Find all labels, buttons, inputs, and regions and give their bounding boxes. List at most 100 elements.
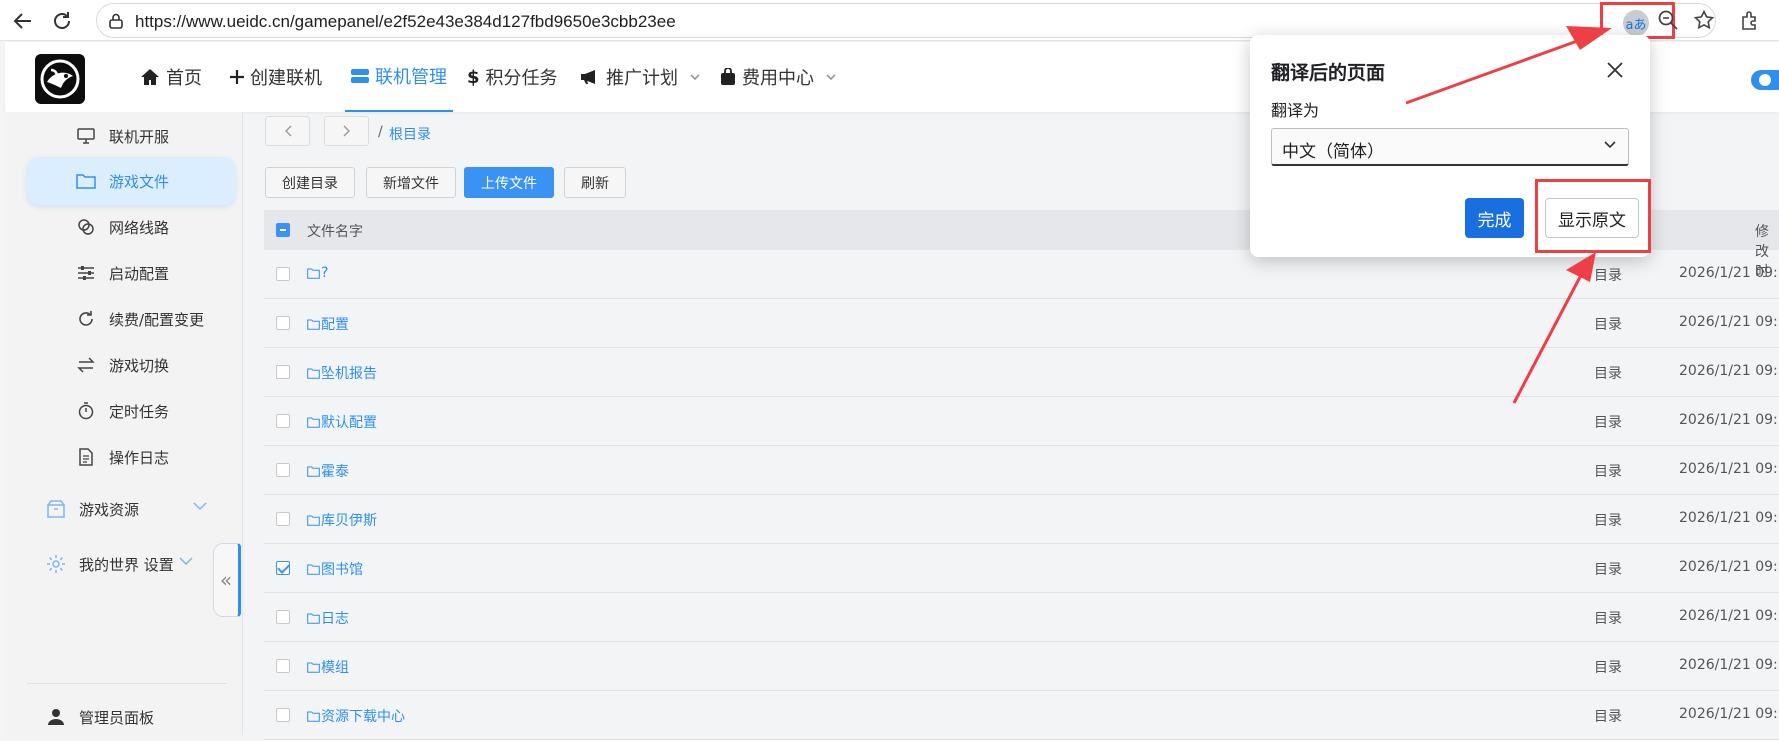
sidebar-item-open-server[interactable]: 联机开服	[27, 112, 235, 160]
sidebar-item-operation-log[interactable]: 操作日志	[27, 433, 235, 481]
translate-icon[interactable]: aあ	[1623, 10, 1649, 36]
sidebar-item-label: 网络线路	[109, 218, 170, 237]
row-checkbox[interactable]	[276, 463, 290, 477]
row-checkbox[interactable]	[276, 561, 290, 575]
sidebar-group-label: 游戏资源	[79, 500, 140, 519]
folder-icon	[307, 319, 320, 330]
sidebar-item-network[interactable]: 网络线路	[27, 203, 235, 251]
file-modified-date: 2026/1/21 09:17:	[1679, 510, 1779, 526]
table-row[interactable]: 默认配置 目录 2026/1/21 09:17:	[264, 397, 1779, 446]
sidebar-item-game-switch[interactable]: 游戏切换	[27, 341, 235, 389]
arrow-left-icon	[13, 13, 31, 29]
home-icon	[140, 68, 160, 86]
nav-manage[interactable]: 联机管理	[345, 42, 453, 112]
table-row[interactable]: 坠机报告 目录 2026/1/21 09:18:	[264, 348, 1779, 397]
file-name-link[interactable]: 图书馆	[307, 559, 363, 579]
sidebar-collapse-button[interactable]: «	[213, 543, 241, 617]
extensions-icon[interactable]	[1738, 8, 1762, 32]
file-name-link[interactable]: 库贝伊斯	[307, 510, 377, 530]
breadcrumb-root[interactable]: 根目录	[389, 124, 431, 144]
link-icon	[75, 218, 97, 236]
column-header-name[interactable]: 文件名字	[307, 221, 363, 241]
table-row[interactable]: 日志 目录 2026/1/21 09:18:	[264, 593, 1779, 642]
site-info-icon[interactable]	[107, 12, 125, 30]
file-modified-date: 2026/1/21 09:17:	[1679, 706, 1779, 722]
file-name-link[interactable]: 坠机报告	[307, 363, 377, 383]
reload-button[interactable]	[47, 6, 77, 36]
row-checkbox[interactable]	[276, 708, 290, 722]
table-row[interactable]: 模组 目录 2026/1/21 09:17:	[264, 642, 1779, 691]
site-logo[interactable]	[35, 54, 85, 104]
table-row[interactable]: 库贝伊斯 目录 2026/1/21 09:17:	[264, 495, 1779, 544]
table-row[interactable]: 资源下载中心 目录 2026/1/21 09:17:	[264, 691, 1779, 740]
file-name-link[interactable]: 默认配置	[307, 412, 377, 432]
create-directory-button[interactable]: 创建目录	[265, 167, 355, 198]
folder-icon	[307, 268, 320, 279]
nav-create[interactable]: 创建联机	[230, 42, 322, 112]
folder-icon	[307, 515, 320, 526]
sidebar-item-game-files[interactable]: 游戏文件	[27, 157, 235, 205]
sidebar-item-label: 管理员面板	[79, 708, 155, 727]
file-name-text: 霍泰	[321, 464, 349, 480]
table-row[interactable]: ? 目录 2026/1/21 09:18:	[264, 250, 1779, 299]
file-type: 目录	[1594, 317, 1622, 333]
table-row[interactable]: 霍泰 目录 2026/1/21 09:17:	[264, 446, 1779, 495]
sidebar-item-startup-config[interactable]: 启动配置	[27, 249, 235, 297]
sidebar-item-scheduled-tasks[interactable]: 定时任务	[27, 387, 235, 435]
row-checkbox[interactable]	[276, 512, 290, 526]
sidebar-group-label: 我的世界 设置	[79, 555, 174, 574]
file-type: 目录	[1594, 268, 1622, 284]
bookmark-star-icon[interactable]	[1692, 8, 1716, 32]
table-row[interactable]: 配置 目录 2026/1/21 09:17:	[264, 299, 1779, 348]
sidebar-group-game-resources[interactable]: 游戏资源	[27, 485, 235, 533]
sidebar-item-label: 续费/配置变更	[109, 310, 205, 329]
history-forward-button[interactable]	[324, 116, 369, 146]
sidebar-item-renew[interactable]: 续费/配置变更	[27, 295, 235, 343]
nav-home-label: 首页	[166, 68, 202, 89]
chevron-down-icon	[826, 74, 836, 80]
file-name-link[interactable]: 日志	[307, 608, 349, 628]
sidebar-group-minecraft-settings[interactable]: 我的世界 设置	[27, 540, 235, 588]
refresh-button[interactable]: 刷新	[564, 167, 626, 198]
language-select[interactable]: 中文（简体）	[1271, 128, 1629, 166]
new-file-button[interactable]: 新增文件	[366, 167, 456, 198]
nav-promotion[interactable]: 推广计划	[580, 42, 700, 112]
table-row[interactable]: 图书馆 目录 2026/1/21 09:17:	[264, 544, 1779, 593]
file-name-link[interactable]: 配置	[307, 314, 349, 334]
server-icon	[351, 68, 369, 84]
url-text[interactable]: https://www.ueidc.cn/gamepanel/e2f52e43e…	[135, 12, 676, 32]
row-checkbox[interactable]	[276, 267, 290, 281]
sidebar-item-label: 游戏切换	[109, 356, 170, 375]
row-checkbox[interactable]	[276, 365, 290, 379]
file-type: 目录	[1594, 709, 1622, 725]
folder-icon	[307, 711, 320, 722]
row-checkbox[interactable]	[276, 316, 290, 330]
back-button[interactable]	[8, 6, 38, 36]
nav-points[interactable]: $ 积分任务	[467, 42, 558, 112]
nav-billing[interactable]: 费用中心	[720, 42, 836, 112]
theme-toggle[interactable]	[1751, 70, 1779, 90]
done-button[interactable]: 完成	[1465, 198, 1524, 238]
select-all-checkbox[interactable]	[276, 223, 290, 237]
sidebar-item-label: 操作日志	[109, 448, 170, 467]
zoom-icon[interactable]	[1656, 8, 1680, 32]
row-checkbox[interactable]	[276, 610, 290, 624]
row-checkbox[interactable]	[276, 659, 290, 673]
close-button[interactable]	[1602, 57, 1628, 83]
file-name-link[interactable]: 霍泰	[307, 461, 349, 481]
history-back-button[interactable]	[265, 116, 310, 146]
address-bar[interactable]: https://www.ueidc.cn/gamepanel/e2f52e43e…	[96, 3, 1716, 38]
file-name-link[interactable]: 资源下载中心	[307, 706, 405, 726]
folder-icon	[75, 173, 97, 189]
sidebar-item-admin-panel[interactable]: 管理员面板	[27, 693, 235, 741]
chevron-down-icon	[690, 74, 700, 80]
nav-manage-label: 联机管理	[375, 67, 447, 88]
file-name-link[interactable]: ?	[307, 265, 328, 281]
file-name-link[interactable]: 模组	[307, 657, 349, 677]
file-type: 目录	[1594, 562, 1622, 578]
row-checkbox[interactable]	[276, 414, 290, 428]
show-original-button[interactable]: 显示原文	[1545, 198, 1639, 238]
nav-home[interactable]: 首页	[140, 42, 202, 112]
upload-file-button[interactable]: 上传文件	[464, 167, 554, 198]
chevron-right-icon	[343, 125, 350, 137]
